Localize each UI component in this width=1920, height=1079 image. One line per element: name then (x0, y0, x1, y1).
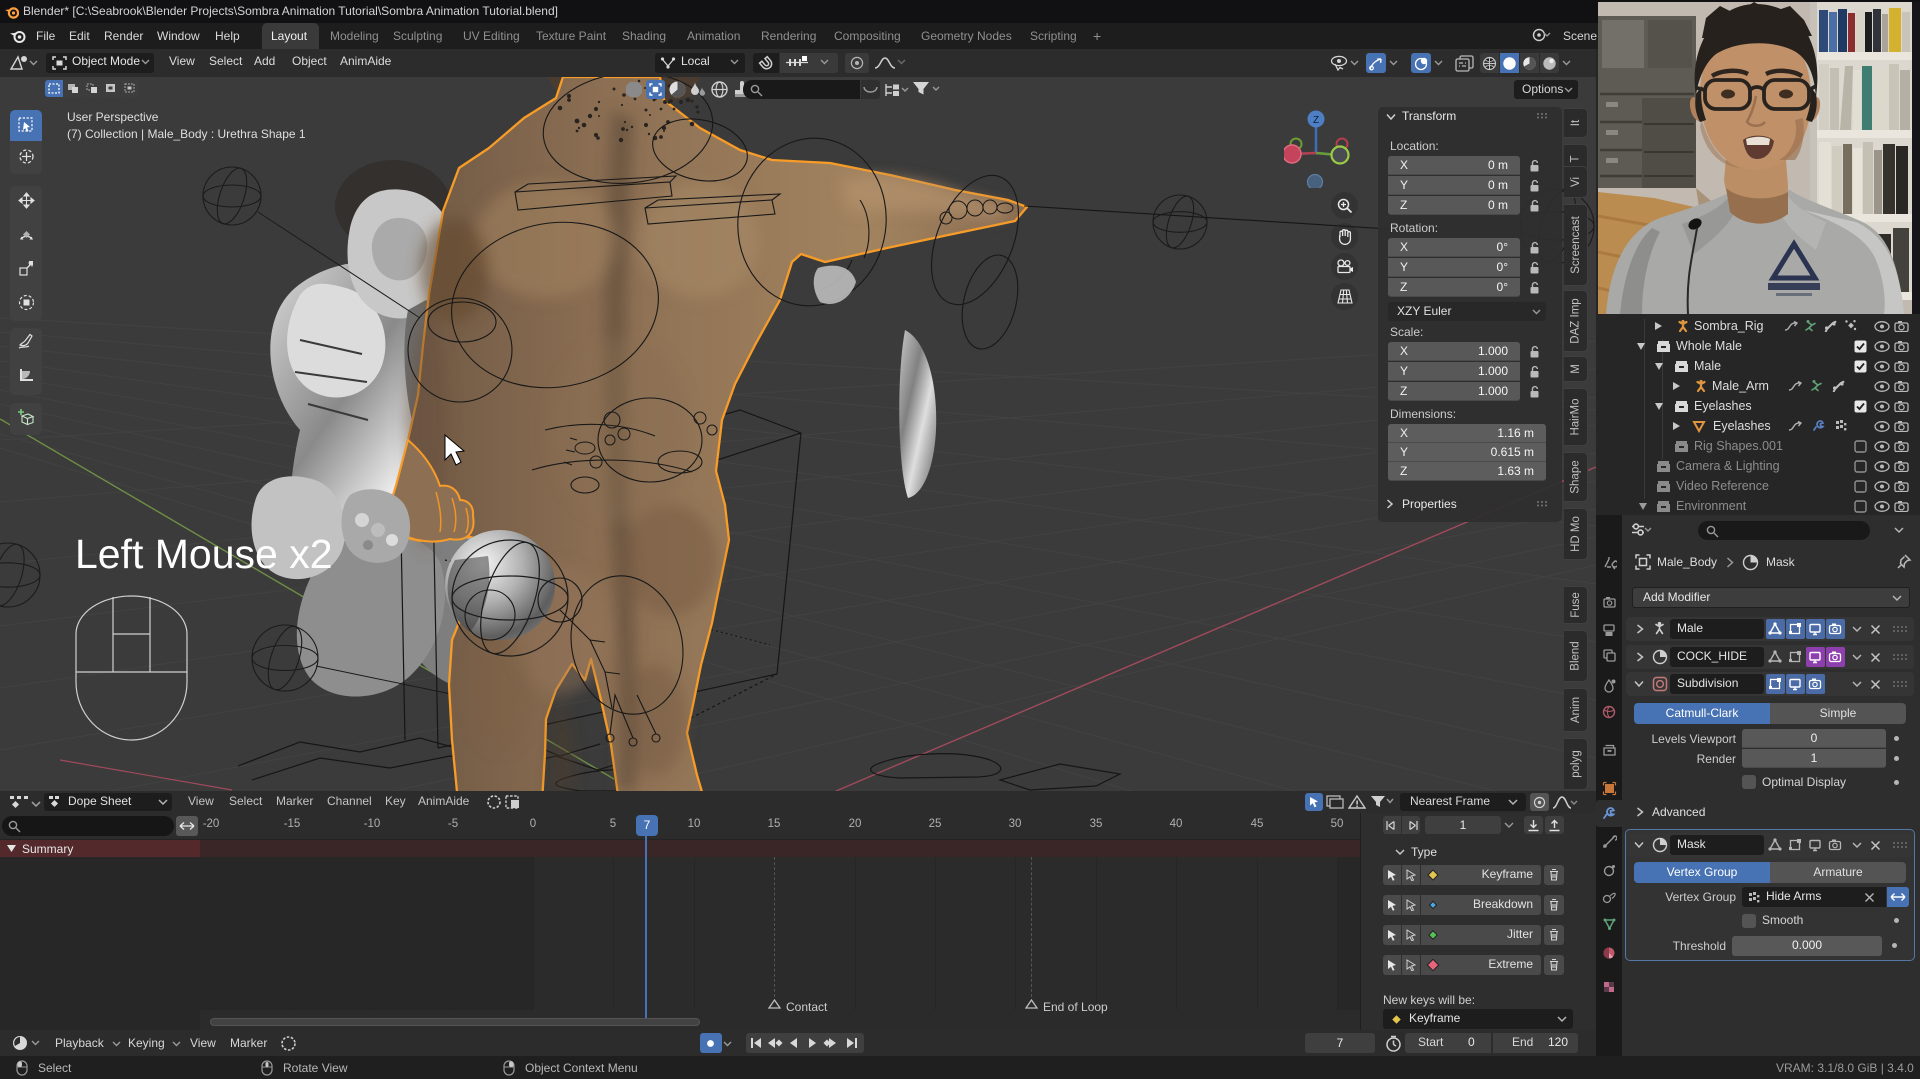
svg-text:Z: Z (1313, 115, 1319, 126)
